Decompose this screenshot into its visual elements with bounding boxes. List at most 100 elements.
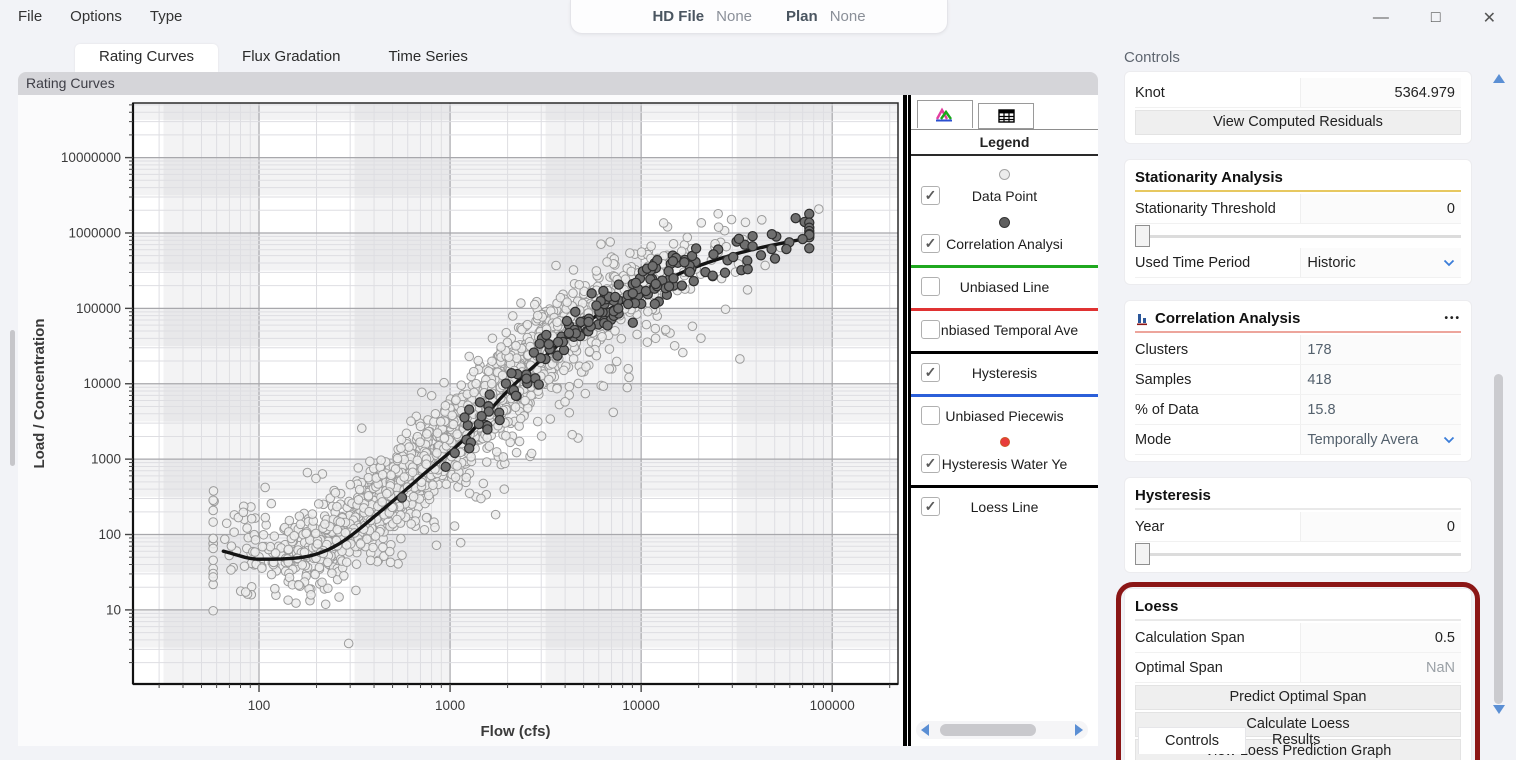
rating-curve-plot[interactable]: 1001000100001000001010010001000010000010… xyxy=(18,95,903,746)
tab-time-series[interactable]: Time Series xyxy=(364,44,491,72)
legend-checkbox[interactable] xyxy=(921,320,940,339)
chart-icon xyxy=(935,107,955,122)
slider-track[interactable] xyxy=(1150,553,1461,556)
hd-file-value[interactable]: None xyxy=(716,8,752,25)
predict-optimal-span-button[interactable]: Predict Optimal Span xyxy=(1135,685,1461,710)
legend-label: Unbiased Temporal Ave xyxy=(931,322,1078,338)
table-icon xyxy=(998,109,1015,123)
value-stationarity-threshold[interactable]: 0 xyxy=(1300,194,1461,223)
value-calculation-span[interactable]: 0.5 xyxy=(1300,623,1461,652)
legend-item: Data Point xyxy=(911,164,1098,207)
scroll-down-icon[interactable] xyxy=(1493,705,1505,714)
field-value: 178 xyxy=(1307,342,1331,358)
dropdown-used-time-period[interactable]: Historic xyxy=(1300,248,1461,277)
section-header: Hysteresis xyxy=(1135,484,1461,510)
menu-options[interactable]: Options xyxy=(70,8,122,25)
legend-panel: Legend Data Point Correlation Analysi Unbi… xyxy=(911,95,1098,746)
section-header: Correlation Analysis ••• xyxy=(1135,307,1461,333)
field-label: Calculation Span xyxy=(1135,630,1300,646)
legend-line-sample xyxy=(911,308,1098,311)
legend-checkbox[interactable] xyxy=(921,497,940,516)
dropdown-mode[interactable]: Temporally Avera xyxy=(1300,425,1461,454)
chevron-down-icon xyxy=(1443,436,1455,444)
slider xyxy=(1135,542,1461,566)
slider xyxy=(1135,224,1461,248)
tab-rating-curves[interactable]: Rating Curves xyxy=(75,44,218,72)
legend-label: Unbiased Line xyxy=(960,279,1050,295)
value-samples[interactable]: 418 xyxy=(1300,365,1461,394)
rating-curves-panel: Rating Curves 10010001000010000010100100… xyxy=(18,72,1098,746)
plan-value[interactable]: None xyxy=(830,8,866,25)
legend-item: Unbiased Temporal Ave xyxy=(911,308,1098,341)
minimize-icon[interactable]: — xyxy=(1373,9,1389,27)
legend-checkbox[interactable] xyxy=(921,363,940,382)
field-row: ModeTemporally Avera xyxy=(1135,425,1461,455)
tab-results[interactable]: Results xyxy=(1246,727,1346,754)
legend-item: Correlation Analysi xyxy=(911,212,1098,255)
value--of-data[interactable]: 15.8 xyxy=(1300,395,1461,424)
chart-legend-splitter[interactable] xyxy=(903,95,911,746)
legend-label: Correlation Analysi xyxy=(946,236,1063,252)
slider-thumb[interactable] xyxy=(1135,543,1150,565)
value-clusters[interactable]: 178 xyxy=(1300,335,1461,364)
hd-file-plan-box: HD File None Plan None xyxy=(570,0,948,34)
scrollbar-thumb[interactable] xyxy=(1494,374,1503,704)
legend-label: Hysteresis Water Ye xyxy=(942,456,1068,472)
field-label: Used Time Period xyxy=(1135,255,1300,271)
left-panel-handle[interactable] xyxy=(10,330,15,466)
svg-text:1000: 1000 xyxy=(91,452,121,467)
legend-checkbox[interactable] xyxy=(921,454,940,473)
menu-file[interactable]: File xyxy=(18,8,42,25)
controls-results-tabs: ControlsResults xyxy=(1138,727,1346,754)
legend-items: Data Point Correlation Analysi Unbiased Li… xyxy=(911,156,1098,518)
value-knot[interactable]: 5364.979 xyxy=(1300,78,1461,107)
legend-line-sample xyxy=(911,485,1098,488)
slider-track[interactable] xyxy=(1150,235,1461,238)
menu-type[interactable]: Type xyxy=(150,8,183,25)
field-label: % of Data xyxy=(1135,402,1300,418)
section-title: Correlation Analysis xyxy=(1155,310,1300,327)
scroll-right-icon[interactable] xyxy=(1075,724,1083,736)
field-label: Samples xyxy=(1135,372,1300,388)
section-header: Loess xyxy=(1135,595,1461,621)
legend-label: Loess Line xyxy=(971,499,1039,515)
legend-checkbox[interactable] xyxy=(921,277,940,296)
controls-vertical-scrollbar xyxy=(1492,74,1504,714)
legend-marker-sample xyxy=(999,217,1010,228)
tab-controls[interactable]: Controls xyxy=(1138,727,1246,754)
controls-panel-title: Controls xyxy=(1124,49,1180,66)
scroll-up-icon[interactable] xyxy=(1493,74,1505,83)
field-row: Calculation Span0.5 xyxy=(1135,623,1461,653)
slider-thumb[interactable] xyxy=(1135,225,1150,247)
more-options-button[interactable]: ••• xyxy=(1444,313,1461,324)
value-year[interactable]: 0 xyxy=(1300,512,1461,541)
chart-body: 1001000100001000001010010001000010000010… xyxy=(18,95,1098,746)
section-title: Loess xyxy=(1135,598,1178,615)
field-label: Year xyxy=(1135,519,1300,535)
field-row: Optimal SpanNaN xyxy=(1135,653,1461,683)
value-optimal-span[interactable]: NaN xyxy=(1300,653,1461,682)
scrollbar-thumb[interactable] xyxy=(940,724,1036,736)
tab-flux-gradation[interactable]: Flux Gradation xyxy=(218,44,364,72)
legend-line-sample xyxy=(911,265,1098,268)
field-value: Historic xyxy=(1307,255,1355,271)
view-computed-residuals-button[interactable]: View Computed Residuals xyxy=(1135,110,1461,135)
chart-view-tab[interactable] xyxy=(917,100,973,128)
maximize-icon[interactable]: □ xyxy=(1431,9,1441,27)
legend-checkbox[interactable] xyxy=(921,406,940,425)
legend-checkbox[interactable] xyxy=(921,186,940,205)
controls-cards: Knot5364.979View Computed ResidualsStati… xyxy=(1124,71,1472,760)
field-label: Stationarity Threshold xyxy=(1135,201,1300,217)
legend-checkbox[interactable] xyxy=(921,234,940,253)
legend-item: Hysteresis xyxy=(911,351,1098,384)
legend-title: Legend xyxy=(911,130,1098,156)
panel-title: Rating Curves xyxy=(18,72,1098,95)
menu-bar: File Options Type xyxy=(18,8,182,25)
legend-item: Unbiased Line xyxy=(911,265,1098,298)
svg-text:Load / Concentration: Load / Concentration xyxy=(31,319,48,469)
legend-item: Hysteresis Water Ye xyxy=(911,432,1098,475)
scroll-left-icon[interactable] xyxy=(921,724,929,736)
table-view-tab[interactable] xyxy=(978,103,1034,129)
svg-text:Flow (cfs): Flow (cfs) xyxy=(481,723,551,740)
close-icon[interactable]: ✕ xyxy=(1483,8,1496,28)
